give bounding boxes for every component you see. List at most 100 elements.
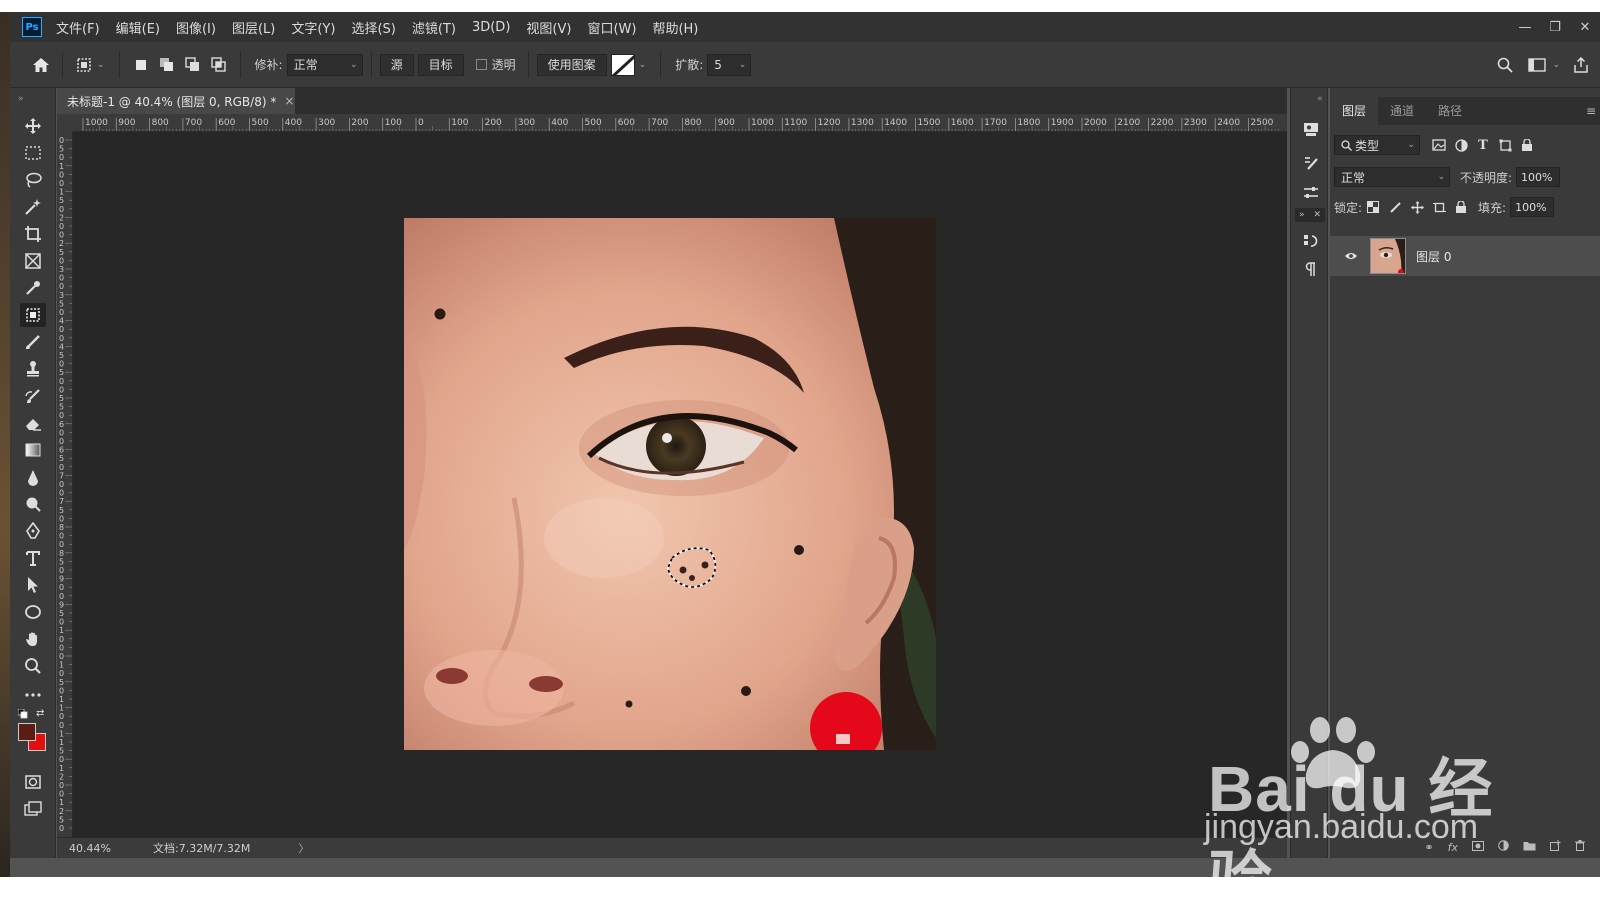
collapse-toolbar-icon[interactable]: »: [18, 94, 24, 104]
tab-channels[interactable]: 通道: [1378, 97, 1426, 125]
hand-tool-icon[interactable]: [20, 627, 46, 651]
pattern-swatch[interactable]: [610, 53, 635, 76]
collapse-dock-icon[interactable]: «: [1317, 94, 1323, 104]
layer-thumbnail[interactable]: [1370, 238, 1406, 274]
frame-tool-icon[interactable]: [20, 249, 46, 273]
adjustments-icon[interactable]: [1300, 182, 1322, 204]
menu-layer[interactable]: 图层(L): [232, 18, 275, 37]
workspace-chevron-icon[interactable]: ⌄: [1552, 60, 1560, 70]
type-tool-icon[interactable]: [20, 546, 46, 570]
patch-mode-select[interactable]: 正常 ⌄: [286, 53, 363, 76]
lock-pixels-icon[interactable]: [1384, 197, 1406, 217]
menu-select[interactable]: 选择(S): [351, 18, 395, 37]
patch-tool-preset-icon[interactable]: [71, 52, 97, 78]
menu-type[interactable]: 文字(Y): [291, 18, 335, 37]
zoom-tool-icon[interactable]: [20, 654, 46, 678]
history-brush-tool-icon[interactable]: [20, 384, 46, 408]
close-window-button[interactable]: ✕: [1570, 20, 1600, 35]
document-tab[interactable]: 未标题-1 @ 40.4% (图层 0, RGB/8) * ×: [57, 88, 295, 114]
layer-style-icon[interactable]: fx: [1448, 841, 1458, 854]
layer-mask-icon[interactable]: [1472, 840, 1484, 854]
canvas-area[interactable]: [73, 132, 1287, 837]
pen-tool-icon[interactable]: [20, 519, 46, 543]
filter-smart-object-icon[interactable]: [1516, 135, 1538, 155]
new-selection-icon[interactable]: [128, 52, 154, 78]
clone-stamp-tool-icon[interactable]: [20, 357, 46, 381]
brush-settings-icon[interactable]: [1300, 152, 1322, 174]
path-selection-tool-icon[interactable]: [20, 573, 46, 597]
close-group-icon[interactable]: ✕: [1313, 210, 1321, 220]
crop-tool-icon[interactable]: [20, 222, 46, 246]
search-icon[interactable]: [1492, 52, 1518, 78]
layer-name[interactable]: 图层 0: [1416, 248, 1451, 265]
ellipse-tool-icon[interactable]: [20, 600, 46, 624]
minimize-button[interactable]: —: [1510, 20, 1540, 35]
zoom-level[interactable]: 40.44%: [69, 842, 153, 855]
new-group-icon[interactable]: [1523, 840, 1536, 854]
vertical-ruler[interactable]: 0501001502002503003504004505005506006507…: [57, 132, 73, 837]
home-icon[interactable]: [28, 52, 54, 78]
use-pattern-button[interactable]: 使用图案: [536, 53, 607, 76]
adjustment-layer-icon[interactable]: [1498, 840, 1509, 854]
swap-colors-icon[interactable]: ⇄: [36, 708, 44, 719]
transparent-checkbox[interactable]: [475, 59, 487, 70]
eraser-tool-icon[interactable]: [20, 411, 46, 435]
source-button[interactable]: 源: [379, 53, 414, 76]
menu-window[interactable]: 窗口(W): [587, 18, 636, 37]
dock-group-header[interactable]: » ✕: [1295, 208, 1325, 222]
marquee-tool-icon[interactable]: [20, 141, 46, 165]
paragraph-panel-icon[interactable]: [1300, 258, 1322, 280]
history-panel-icon[interactable]: [1300, 230, 1322, 252]
trash-icon[interactable]: [1575, 840, 1585, 854]
eyedropper-tool-icon[interactable]: [20, 276, 46, 300]
fill-input[interactable]: 100%: [1510, 197, 1555, 217]
lock-position-icon[interactable]: [1406, 197, 1428, 217]
link-layers-icon[interactable]: ⚭: [1424, 841, 1433, 854]
blend-mode-select[interactable]: 正常 ⌄: [1334, 167, 1450, 187]
layer-filter-select[interactable]: 类型 ⌄: [1334, 135, 1420, 155]
quick-mask-icon[interactable]: [20, 770, 46, 794]
magic-wand-tool-icon[interactable]: [20, 195, 46, 219]
workspace-icon[interactable]: [1524, 52, 1550, 78]
subtract-selection-icon[interactable]: [180, 52, 206, 78]
lock-transparent-icon[interactable]: [1362, 197, 1384, 217]
pattern-chevron-icon[interactable]: ⌄: [639, 60, 647, 70]
learn-panel-icon[interactable]: [1300, 118, 1322, 140]
close-tab-icon[interactable]: ×: [284, 94, 294, 108]
filter-adjustment-icon[interactable]: [1450, 135, 1472, 155]
menu-view[interactable]: 视图(V): [526, 18, 571, 37]
menu-3d[interactable]: 3D(D): [472, 20, 510, 35]
lock-all-icon[interactable]: [1450, 197, 1472, 217]
status-menu-arrow[interactable]: 〉: [298, 840, 309, 856]
add-selection-icon[interactable]: [154, 52, 180, 78]
lock-artboard-icon[interactable]: [1428, 197, 1450, 217]
menu-help[interactable]: 帮助(H): [652, 18, 698, 37]
menu-filter[interactable]: 滤镜(T): [412, 18, 456, 37]
expand-icon[interactable]: »: [1299, 210, 1305, 220]
move-tool-icon[interactable]: [20, 114, 46, 138]
foreground-color-swatch[interactable]: [18, 723, 36, 741]
menu-image[interactable]: 图像(I): [176, 18, 216, 37]
menu-file[interactable]: 文件(F): [56, 18, 100, 37]
gradient-tool-icon[interactable]: [20, 438, 46, 462]
blur-tool-icon[interactable]: [20, 465, 46, 489]
more-tools-icon[interactable]: [20, 683, 46, 707]
horizontal-ruler[interactable]: 1000 900 800 700 600 500 400 300 200 100 0 100 200 30…: [73, 114, 1287, 132]
lasso-tool-icon[interactable]: [20, 168, 46, 192]
layer-row[interactable]: 图层 0: [1330, 236, 1600, 276]
document-image[interactable]: [404, 218, 936, 750]
menu-edit[interactable]: 编辑(E): [116, 18, 160, 37]
tab-paths[interactable]: 路径: [1426, 97, 1474, 125]
default-colors-icon[interactable]: [17, 708, 28, 722]
ruler-origin[interactable]: [57, 114, 73, 132]
diffusion-select[interactable]: 5 ⌄: [707, 53, 752, 76]
target-button[interactable]: 目标: [417, 53, 464, 76]
panel-menu-icon[interactable]: ≡: [1586, 104, 1596, 118]
preset-chevron-icon[interactable]: ⌄: [97, 60, 105, 70]
share-icon[interactable]: [1568, 52, 1594, 78]
new-layer-icon[interactable]: [1550, 840, 1561, 854]
brush-tool-icon[interactable]: [20, 330, 46, 354]
tab-layers[interactable]: 图层: [1330, 97, 1379, 125]
filter-pixel-icon[interactable]: [1428, 135, 1450, 155]
screen-mode-icon[interactable]: [20, 797, 46, 821]
